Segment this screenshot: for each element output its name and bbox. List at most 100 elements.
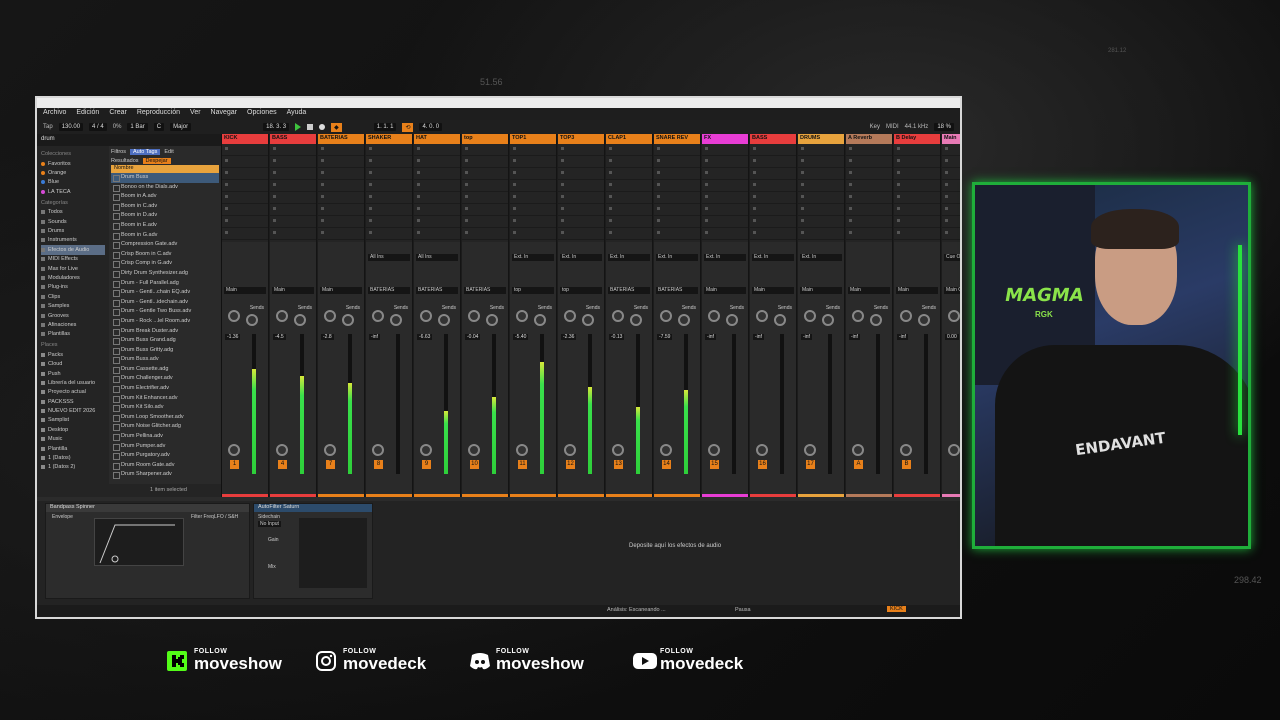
clip-slot[interactable] xyxy=(942,195,960,204)
edit-button[interactable]: Edit xyxy=(164,149,173,155)
browser-result-item[interactable]: Drum - Gentl...idechain.adv xyxy=(111,298,219,308)
clip-slot[interactable] xyxy=(222,231,268,240)
send-b-knob[interactable] xyxy=(486,314,498,326)
clip-slot[interactable] xyxy=(846,171,892,180)
social-discord[interactable]: FOLLOW moveshow xyxy=(468,648,584,674)
browser-result-item[interactable]: Drum Pellina.adv xyxy=(111,432,219,442)
clip-slot[interactable] xyxy=(318,219,364,228)
clip-slot[interactable] xyxy=(366,195,412,204)
category-item[interactable]: Clips xyxy=(41,292,105,301)
collection-item[interactable]: Orange xyxy=(41,168,105,177)
browser-search-input[interactable]: drum xyxy=(37,134,221,146)
quantize-select[interactable]: 1 Bar xyxy=(127,123,148,131)
clip-slot[interactable] xyxy=(222,207,268,216)
clip-slot[interactable] xyxy=(894,207,940,216)
output-routing-select[interactable]: top xyxy=(512,287,554,294)
clip-slot[interactable] xyxy=(606,183,652,192)
clip-slot[interactable] xyxy=(750,171,796,180)
clip-slot[interactable] xyxy=(798,183,844,192)
send-a-knob[interactable] xyxy=(324,310,336,322)
clip-slot[interactable] xyxy=(894,159,940,168)
output-routing-select[interactable]: BATERIAS xyxy=(416,287,458,294)
send-b-knob[interactable] xyxy=(678,314,690,326)
social-youtube[interactable]: FOLLOW movedeck xyxy=(632,648,743,674)
song-position[interactable]: 18. 3. 3 xyxy=(263,123,290,131)
browser-result-item[interactable]: Crisp Boom in C.adv xyxy=(111,250,219,260)
clip-slot[interactable] xyxy=(702,171,748,180)
volume-value[interactable]: -0.13 xyxy=(609,334,625,340)
clip-slot[interactable] xyxy=(366,219,412,228)
pan-knob[interactable] xyxy=(372,444,384,456)
volume-value[interactable]: -inf xyxy=(369,334,380,340)
clip-slot[interactable] xyxy=(510,171,556,180)
clip-slot[interactable] xyxy=(846,147,892,156)
menu-ver[interactable]: Ver xyxy=(190,109,201,119)
pan-knob[interactable] xyxy=(612,444,624,456)
clip-slot[interactable] xyxy=(942,147,960,156)
selected-track-indicator[interactable]: KICK xyxy=(887,606,906,612)
clip-slot[interactable] xyxy=(558,207,604,216)
send-a-knob[interactable] xyxy=(516,310,528,322)
track-activator-button[interactable]: 13 xyxy=(614,460,623,469)
volume-value[interactable]: -inf xyxy=(897,334,908,340)
track-activator-button[interactable]: 12 xyxy=(566,460,575,469)
bpm-field[interactable]: 130.00 xyxy=(58,123,84,131)
clip-slot[interactable] xyxy=(798,171,844,180)
clip-slot[interactable] xyxy=(942,219,960,228)
pan-knob[interactable] xyxy=(900,444,912,456)
clip-slot[interactable] xyxy=(750,195,796,204)
clip-slot[interactable] xyxy=(846,207,892,216)
browser-result-item[interactable]: Boom in D.adv xyxy=(111,211,219,221)
output-routing-select[interactable]: BATERIAS xyxy=(368,287,410,294)
send-b-knob[interactable] xyxy=(294,314,306,326)
menu-navegar[interactable]: Navegar xyxy=(211,109,237,119)
pan-knob[interactable] xyxy=(228,444,240,456)
browser-result-item[interactable]: Boom in G.adv xyxy=(111,231,219,241)
send-b-knob[interactable] xyxy=(342,314,354,326)
pan-knob[interactable] xyxy=(516,444,528,456)
track-name[interactable]: A Reverb xyxy=(846,134,892,144)
place-item[interactable]: Push xyxy=(41,369,105,378)
clip-slot[interactable] xyxy=(798,231,844,240)
place-item[interactable]: 1 (Datos 2) xyxy=(41,463,105,472)
send-a-knob[interactable] xyxy=(756,310,768,322)
browser-result-item[interactable]: Boom in C.adv xyxy=(111,202,219,212)
clip-slot[interactable] xyxy=(222,219,268,228)
place-item[interactable]: Samplist xyxy=(41,416,105,425)
filter-display[interactable] xyxy=(299,518,367,588)
send-b-knob[interactable] xyxy=(726,314,738,326)
clip-slot[interactable] xyxy=(414,231,460,240)
clip-slot[interactable] xyxy=(654,159,700,168)
clip-slot[interactable] xyxy=(558,159,604,168)
clip-slot[interactable] xyxy=(798,147,844,156)
menu-crear[interactable]: Crear xyxy=(109,109,127,119)
clip-slot[interactable] xyxy=(702,219,748,228)
clip-slot[interactable] xyxy=(414,171,460,180)
pan-knob[interactable] xyxy=(276,444,288,456)
social-instagram[interactable]: FOLLOW movedeck xyxy=(315,648,426,674)
volume-value[interactable]: -7.59 xyxy=(657,334,673,340)
clip-slot[interactable] xyxy=(366,183,412,192)
play-icon[interactable] xyxy=(295,123,302,131)
clip-slot[interactable] xyxy=(318,231,364,240)
send-a-knob[interactable] xyxy=(612,310,624,322)
track-name[interactable]: top xyxy=(462,134,508,144)
clip-slot[interactable] xyxy=(798,219,844,228)
clip-slot[interactable] xyxy=(462,207,508,216)
send-a-knob[interactable] xyxy=(420,310,432,322)
output-routing-select[interactable]: Main xyxy=(752,287,794,294)
volume-value[interactable]: -inf xyxy=(801,334,812,340)
clip-slot[interactable] xyxy=(654,147,700,156)
browser-result-item[interactable]: Boom in E.adv xyxy=(111,221,219,231)
clip-slot[interactable] xyxy=(510,147,556,156)
automation-arm-icon[interactable]: ◆ xyxy=(331,122,342,132)
browser-result-item[interactable]: Drum - Gentle Two Buss.adv xyxy=(111,307,219,317)
send-a-knob[interactable] xyxy=(228,310,240,322)
menu-edicion[interactable]: Edición xyxy=(76,109,99,119)
volume-value[interactable]: -5.40 xyxy=(513,334,529,340)
clip-slot[interactable] xyxy=(654,183,700,192)
place-item[interactable]: Desktop xyxy=(41,425,105,434)
track-activator-button[interactable]: 14 xyxy=(662,460,671,469)
clip-slot[interactable] xyxy=(366,159,412,168)
clip-slot[interactable] xyxy=(318,159,364,168)
